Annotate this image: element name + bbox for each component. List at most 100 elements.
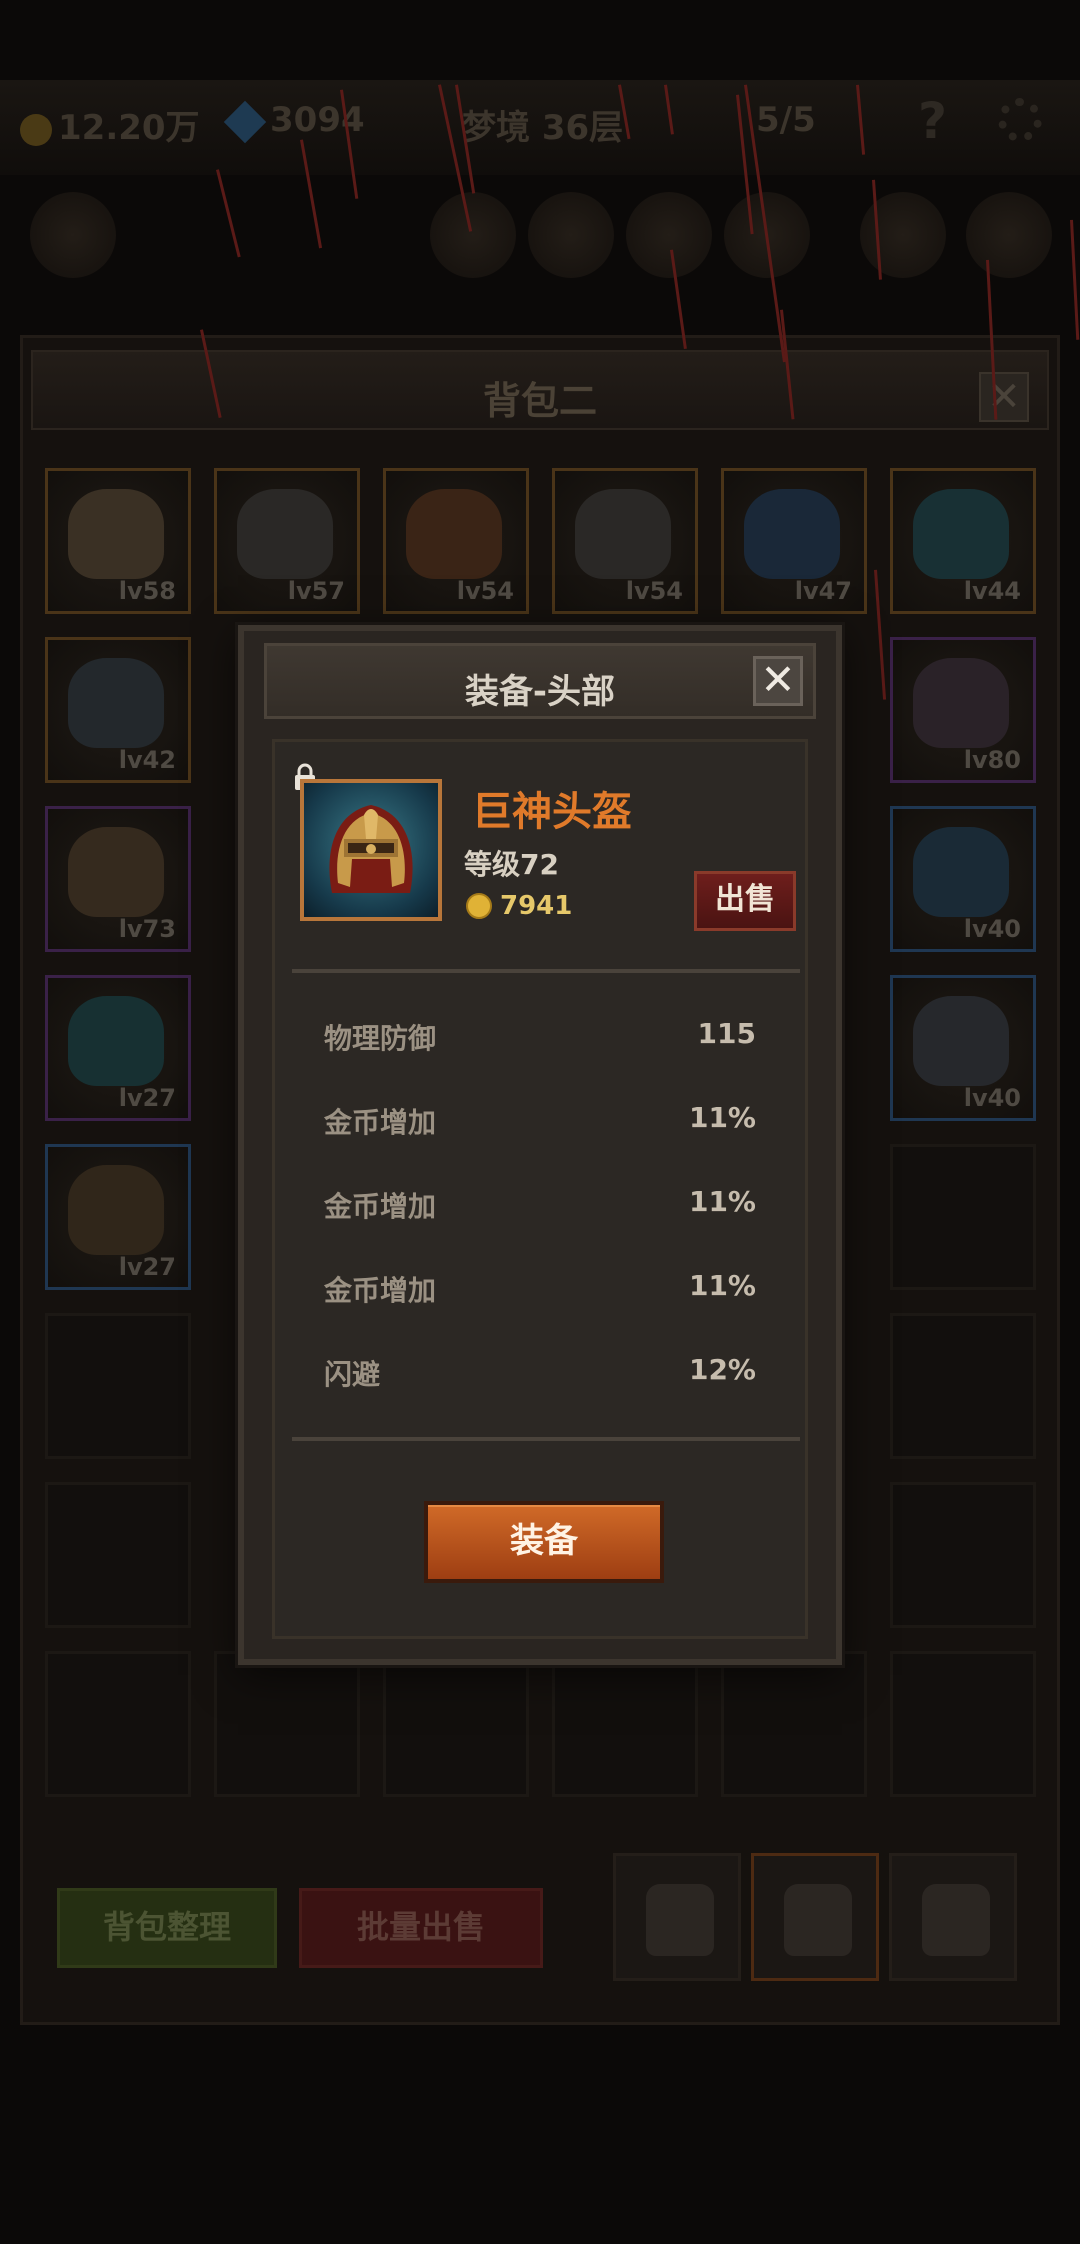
bag-slot[interactable]: lv42: [45, 637, 191, 783]
bag-tab-1[interactable]: [613, 1853, 741, 1981]
bag-slot-empty[interactable]: [721, 1651, 867, 1797]
stat-name: 金币增加: [324, 1190, 437, 1223]
divider: [292, 969, 800, 973]
item-level: lv27: [118, 1084, 176, 1112]
item-price: 7941: [500, 891, 573, 921]
bag-tab-3[interactable]: [889, 1853, 1017, 1981]
item-level: lv42: [118, 746, 176, 774]
item-level: lv58: [118, 577, 176, 605]
bag-slot-empty[interactable]: [890, 1144, 1036, 1290]
item-frame: [300, 779, 442, 921]
stat-value: 12%: [688, 1353, 756, 1386]
equip-slot-icon[interactable]: [966, 192, 1052, 278]
hero-avatar[interactable]: [30, 192, 116, 278]
sort-bag-button[interactable]: 背包整理: [57, 1888, 277, 1968]
gem-icon: [223, 100, 267, 143]
bag-slot[interactable]: lv44: [890, 468, 1036, 614]
bag-slot-empty[interactable]: [383, 1651, 529, 1797]
settings-icon[interactable]: [998, 98, 1042, 142]
item-level: 等级72: [464, 848, 559, 881]
bag-tab-2[interactable]: [751, 1853, 879, 1981]
bag-slot-empty[interactable]: [890, 1313, 1036, 1459]
coin-icon: [20, 113, 52, 146]
item-art: [68, 827, 164, 917]
bag-slot[interactable]: lv40: [890, 806, 1036, 952]
item-name: 巨神头盔: [472, 789, 632, 835]
stat-value: 115: [697, 1017, 756, 1050]
item-level: lv27: [118, 1253, 176, 1281]
item-art: [913, 827, 1009, 917]
item-level: lv40: [963, 915, 1021, 943]
dream-floor: 梦境 36层: [462, 108, 624, 148]
helmet-icon: [329, 805, 413, 893]
bag-slot-empty[interactable]: [45, 1313, 191, 1459]
dialog-title: 装备-头部: [464, 672, 616, 712]
item-level: lv40: [963, 1084, 1021, 1112]
bag-slot[interactable]: lv58: [45, 468, 191, 614]
item-level: lv44: [963, 577, 1021, 605]
stat-name: 闪避: [324, 1358, 381, 1391]
stat-name: 金币增加: [324, 1106, 437, 1139]
gem-amount: 3094: [270, 100, 365, 140]
top-hud: 12.20万 3094 梦境 36层 5/5 ?: [0, 80, 1080, 175]
energy-counter: 5/5: [756, 100, 816, 140]
bag-title: 背包二: [482, 379, 597, 423]
bag-slot[interactable]: lv73: [45, 806, 191, 952]
item-art: [68, 1165, 164, 1255]
backpack-icon: [646, 1884, 714, 1956]
item-art: [913, 658, 1009, 748]
bag-close-button[interactable]: ✕: [979, 372, 1029, 422]
item-art: [406, 489, 502, 579]
coin-amount: 12.20万: [58, 108, 200, 148]
equip-button[interactable]: 装备: [424, 1501, 664, 1583]
backpack-icon: [784, 1884, 852, 1956]
item-level: lv54: [456, 577, 514, 605]
bag-slot[interactable]: lv80: [890, 637, 1036, 783]
item-level: lv54: [625, 577, 683, 605]
bag-slot[interactable]: lv40: [890, 975, 1036, 1121]
backpack-icon: [922, 1884, 990, 1956]
item-art: [575, 489, 671, 579]
bag-slot-empty[interactable]: [890, 1482, 1036, 1628]
equip-slot-icon[interactable]: [430, 192, 516, 278]
hero-equipment-row: [0, 180, 1080, 300]
item-level: lv57: [287, 577, 345, 605]
gold-coin-icon: [466, 893, 492, 919]
equip-slot-icon[interactable]: [528, 192, 614, 278]
bag-slot-empty[interactable]: [890, 1651, 1036, 1797]
item-art: [913, 489, 1009, 579]
bag-slot-empty[interactable]: [45, 1651, 191, 1797]
stat-name: 物理防御: [324, 1022, 437, 1055]
bag-slot-empty[interactable]: [45, 1482, 191, 1628]
stat-value: 11%: [688, 1185, 756, 1218]
item-level: lv80: [963, 746, 1021, 774]
equip-slot-icon[interactable]: [626, 192, 712, 278]
stat-name: 金币增加: [324, 1274, 437, 1307]
bag-slot[interactable]: lv54: [552, 468, 698, 614]
dialog-header: 装备-头部 ✕: [264, 643, 816, 719]
help-icon[interactable]: ?: [918, 92, 947, 150]
item-art: [68, 489, 164, 579]
coin-counter: 12.20万: [20, 100, 200, 149]
item-art: [913, 996, 1009, 1086]
bag-slot[interactable]: lv27: [45, 1144, 191, 1290]
divider: [292, 1437, 800, 1441]
bag-slot[interactable]: lv54: [383, 468, 529, 614]
bag-slot[interactable]: lv57: [214, 468, 360, 614]
bag-slot-empty[interactable]: [552, 1651, 698, 1797]
bag-slot[interactable]: lv27: [45, 975, 191, 1121]
item-art: [744, 489, 840, 579]
item-art: [237, 489, 333, 579]
item-level: lv73: [118, 915, 176, 943]
bag-slot[interactable]: lv47: [721, 468, 867, 614]
item-art: [68, 658, 164, 748]
dialog-close-button[interactable]: ✕: [753, 656, 803, 706]
item-art: [68, 996, 164, 1086]
item-level: lv47: [794, 577, 852, 605]
bag-header: 背包二 ✕: [31, 350, 1049, 430]
bag-slot-empty[interactable]: [214, 1651, 360, 1797]
sell-button[interactable]: 出售: [694, 871, 796, 931]
batch-sell-button[interactable]: 批量出售: [299, 1888, 543, 1968]
equipment-dialog: 装备-头部 ✕ 巨神头盔 等级72 7941 出售 物理防御 115 金币增加 …: [238, 625, 842, 1665]
stat-value: 11%: [688, 1101, 756, 1134]
